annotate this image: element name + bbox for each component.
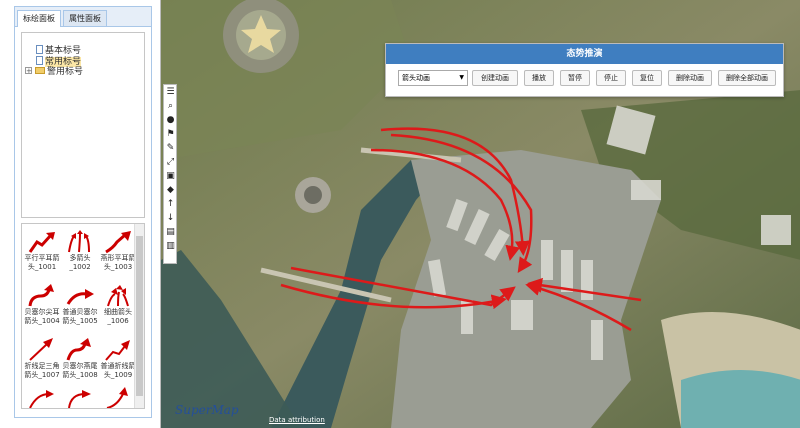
expand-icon[interactable]: ⤢ (165, 157, 176, 168)
wrench-icon[interactable]: ✎ (165, 143, 176, 154)
symbol-item[interactable]: 贝塞尔尖耳箭头_1004 (24, 284, 60, 328)
down-arrow-icon[interactable]: ↓ (165, 213, 176, 224)
symbol-label: 普通折线箭头_1009 (100, 362, 136, 379)
tree-node-label: 常用标号 (45, 57, 82, 67)
situation-deduction-dialog: 态势推演 箭头动画 ▼ 创建动画 播放 暂停 停止 复位 删除动画 删除全部动画 (385, 43, 784, 97)
flag-icon[interactable]: ⚑ (165, 129, 176, 140)
map-toolbar: ☰ ⌕ ● ⚑ ✎ ⤢ ▣ ◆ ↑ ↓ ▤ ▥ (163, 84, 177, 264)
symbol-label: 燕形平耳箭头_1003 (100, 254, 136, 271)
delete-icon[interactable]: ▣ (165, 171, 176, 182)
map-view[interactable]: ☰ ⌕ ● ⚑ ✎ ⤢ ▣ ◆ ↑ ↓ ▤ ▥ 态势推演 箭头动画 ▼ 创建动画… (160, 0, 800, 428)
bezier-swallow-arrow-icon (66, 338, 91, 361)
dialog-title: 态势推演 (386, 44, 783, 64)
parallel-arrow-icon (28, 232, 55, 253)
tab-bar: 标绘面板 属性面板 (15, 7, 151, 27)
symbol-item[interactable] (62, 386, 98, 408)
gallery-scrollbar[interactable] (134, 224, 144, 408)
supermap-logo: SuperMap (175, 403, 239, 417)
symbol-item[interactable]: 平行平耳箭头_1001 (24, 230, 60, 274)
create-animation-button[interactable]: 创建动画 (472, 70, 518, 86)
symbol-label: 平行平耳箭头_1001 (24, 254, 60, 271)
symbol-item[interactable]: 普通贝塞尔箭头_1005 (62, 284, 98, 328)
symbol-item[interactable] (24, 386, 60, 408)
symbol-label: 贝塞尔燕尾箭头_1008 (62, 362, 98, 379)
symbol-library-tree: 基本标号 常用标号 + 警用标号 (21, 32, 145, 218)
delete-all-animations-button[interactable]: 删除全部动画 (718, 70, 776, 86)
tree-node-basic[interactable]: 基本标号 (36, 45, 81, 56)
play-button[interactable]: 播放 (524, 70, 554, 86)
tree-node-label: 基本标号 (45, 46, 82, 56)
symbol-label: 普通贝塞尔箭头_1005 (62, 308, 98, 325)
animation-type-select[interactable]: 箭头动画 ▼ (398, 70, 468, 86)
up-arrow-icon[interactable]: ↑ (165, 199, 176, 210)
tree-node-common[interactable]: 常用标号 (36, 56, 82, 67)
multi-arrow-icon (68, 230, 90, 253)
scrollbar-thumb[interactable] (136, 236, 143, 396)
tree-node-label: 警用标号 (47, 67, 84, 77)
symbol-item[interactable] (100, 386, 136, 408)
delete-animation-button[interactable]: 删除动画 (668, 70, 712, 86)
bezier-arrow-icon (28, 284, 54, 307)
bezier-arrow-icon (66, 289, 94, 305)
reset-button[interactable]: 复位 (632, 70, 662, 86)
expand-icon[interactable]: + (25, 67, 32, 75)
curve-arrow-icon (29, 390, 54, 408)
polyline-arrow-icon (29, 338, 53, 361)
layers-icon[interactable]: ☰ (165, 87, 176, 98)
document-icon (36, 45, 43, 54)
symbol-item[interactable]: 多箭头_1002 (62, 230, 98, 274)
symbol-item[interactable]: 普通折线箭头_1009 (100, 338, 136, 382)
select-value: 箭头动画 (402, 74, 430, 82)
chevron-down-icon: ▼ (459, 74, 464, 81)
left-sidebar: 标绘面板 属性面板 基本标号 常用标号 + 警用标号 平行平耳箭头_1001 多箭… (0, 0, 160, 428)
symbol-label: 贝塞尔尖耳箭头_1004 (24, 308, 60, 325)
pause-button[interactable]: 暂停 (560, 70, 590, 86)
import-icon[interactable]: ▥ (165, 241, 176, 252)
eraser-icon[interactable]: ◆ (165, 185, 176, 196)
tab-plot-panel[interactable]: 标绘面板 (17, 10, 61, 27)
stop-button[interactable]: 停止 (596, 70, 626, 86)
swallow-arrow-icon (105, 231, 131, 254)
symbol-label: 细曲箭头_1006 (104, 308, 132, 325)
symbol-item[interactable]: 燕形平耳箭头_1003 (100, 230, 136, 274)
curve-arrow-icon (68, 390, 91, 408)
document-icon (36, 56, 43, 65)
tab-property-panel[interactable]: 属性面板 (63, 10, 107, 26)
symbol-item[interactable]: 细曲箭头_1006 (100, 284, 136, 328)
folder-icon (35, 67, 45, 74)
symbol-item[interactable]: 折线足三角箭头_1007 (24, 338, 60, 382)
export-icon[interactable]: ▤ (165, 227, 176, 238)
zoom-icon[interactable]: ⌕ (165, 101, 176, 112)
globe-icon[interactable]: ● (165, 115, 176, 126)
polyline-arrow-icon (105, 340, 130, 361)
plot-panel: 标绘面板 属性面板 基本标号 常用标号 + 警用标号 平行平耳箭头_1001 多箭… (14, 6, 152, 418)
tree-node-police[interactable]: + 警用标号 (25, 67, 83, 78)
symbol-label: 折线足三角箭头_1007 (24, 362, 60, 379)
fine-curve-arrow-icon (107, 285, 129, 307)
curve-arrow-icon (106, 387, 128, 408)
symbol-label: 多箭头_1002 (69, 254, 91, 271)
symbol-item[interactable]: 贝塞尔燕尾箭头_1008 (62, 338, 98, 382)
data-attribution-link[interactable]: Data attribution (269, 416, 325, 424)
symbol-gallery: 平行平耳箭头_1001 多箭头_1002 燕形平耳箭头_1003 贝塞尔尖耳箭头… (21, 223, 145, 409)
